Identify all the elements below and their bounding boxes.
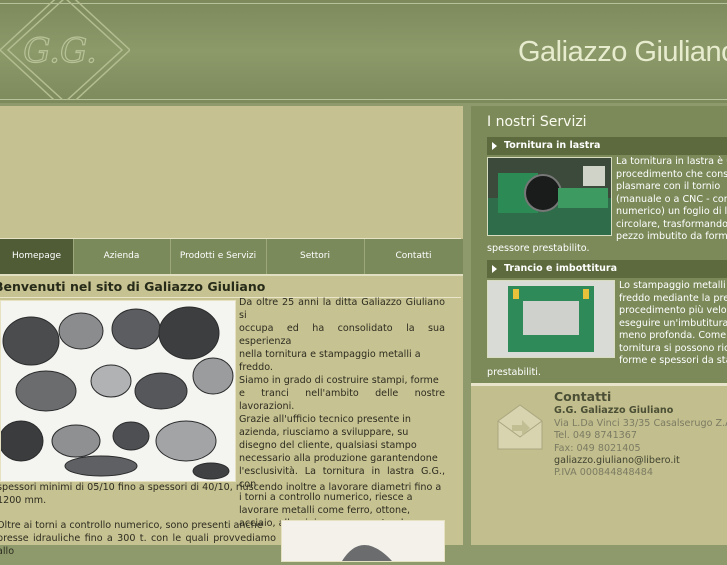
service-line: eseguire un'imbutitura xyxy=(619,317,727,329)
contact-email-link[interactable]: galiazzo.giuliano@libero.it xyxy=(554,455,680,468)
service-line: procedimento più veloce per xyxy=(619,305,727,316)
nav-divider xyxy=(0,274,463,276)
service-line: plasmare con il tornio xyxy=(616,181,721,192)
contact-title: Contatti xyxy=(554,389,612,404)
intro-continuation: spessori minimi di 05/10 fino a spessori… xyxy=(0,481,445,507)
service-line: pezzo imbutito da forma e xyxy=(616,231,727,242)
intro-line: Da oltre 25 anni la ditta Galiazzo Giuli… xyxy=(239,297,445,321)
nav-contatti[interactable]: Contatti xyxy=(364,239,463,274)
contact-fax: Fax: 049 8021405 xyxy=(554,443,641,454)
intro-line: necessario alla produzione garantendone xyxy=(239,453,438,464)
service-title-tornitura[interactable]: Tornitura in lastra xyxy=(504,140,600,151)
welcome-heading: Benvenuti nel sito di Galiazzo Giuliano xyxy=(0,279,266,294)
service-line: La tornitura in lastra è un xyxy=(616,156,727,167)
nav-homepage[interactable]: Homepage xyxy=(0,239,74,274)
intro-line: Grazie all'ufficio tecnico presente in xyxy=(239,414,412,425)
service-line: Lo stampaggio metalli a xyxy=(619,280,727,291)
contact-address: Via L.Da Vinci 33/35 Casalserugo Z.A. xyxy=(554,418,727,429)
service-desc-trancio: Lo stampaggio metalli a freddo mediante … xyxy=(619,280,727,368)
lathe-photo xyxy=(487,157,612,236)
press-machine-photo xyxy=(487,280,615,358)
lower-paragraph: Oltre ai torni a controllo numerico, son… xyxy=(0,519,276,558)
lower-line: presse idrauliche fino a 300 t. con le q… xyxy=(0,533,276,557)
products-photo xyxy=(0,300,236,482)
nav-settori[interactable]: Settori xyxy=(266,239,365,274)
press-photo xyxy=(281,520,445,562)
service-line: numerico) un foglio di lamiera xyxy=(616,206,727,217)
mail-icon xyxy=(497,404,543,450)
service-title-trancio[interactable]: Trancio e imbottitura xyxy=(504,263,617,274)
chevron-right-icon xyxy=(492,265,497,273)
logo-text: G.G. xyxy=(23,31,97,71)
intro-line: nella tornitura e stampaggio metalli a xyxy=(239,349,421,360)
chevron-right-icon xyxy=(492,142,497,150)
contact-top-border xyxy=(471,383,727,386)
continuation-line: spessori minimi di 05/10 fino a spessori… xyxy=(0,482,442,493)
continuation-line: 1200 mm. xyxy=(0,495,47,506)
intro-line: e tranci nell'ambito delle nostre lavora… xyxy=(239,388,445,412)
service-line: procedimento che consente di xyxy=(616,168,727,180)
service-line: meno profonda. Come la xyxy=(619,330,727,341)
service-tail-tornitura: spessore prestabilito. xyxy=(487,243,590,254)
intro-line: Siamo in grado di costruire stampi, form… xyxy=(239,375,439,386)
intro-line: disegno del cliente, qualsiasi stampo xyxy=(239,440,417,451)
service-line: forme e spessori da stampi xyxy=(619,355,727,366)
nav-prodotti-servizi[interactable]: Prodotti e Servizi xyxy=(170,239,267,274)
nav-azienda[interactable]: Azienda xyxy=(73,239,171,274)
contact-phone: Tel. 049 8741367 xyxy=(554,430,637,441)
service-line: (manuale o a CNC - controllo xyxy=(616,193,727,205)
intro-line: azienda, riusciamo a sviluppare, su xyxy=(239,427,409,438)
contact-vat: P.IVA 000844848484 xyxy=(554,467,653,478)
service-desc-tornitura: La tornitura in lastra è un procedimento… xyxy=(616,156,727,244)
column-divider xyxy=(463,106,471,545)
intro-line: occupa ed ha consolidato la sua esperien… xyxy=(239,323,445,347)
intro-line: freddo. xyxy=(239,362,273,373)
services-title: I nostri Servizi xyxy=(487,114,587,130)
main-nav: Homepage Azienda Prodotti e Servizi Sett… xyxy=(0,239,463,274)
logo-emblem[interactable]: G.G. xyxy=(0,0,130,100)
service-line: freddo mediante la pressa è un xyxy=(619,292,727,304)
contact-company: G.G. Galiazzo Giuliano xyxy=(554,405,674,416)
service-tail-trancio: prestabiliti. xyxy=(487,367,541,378)
site-title: Galiazzo Giuliano xyxy=(518,36,727,68)
banner-area xyxy=(0,106,461,239)
service-line: tornitura si possono ricavare xyxy=(619,342,727,354)
lower-line: Oltre ai torni a controllo numerico, son… xyxy=(0,520,263,531)
service-line: circolare, trasformandolo in un xyxy=(616,218,727,230)
